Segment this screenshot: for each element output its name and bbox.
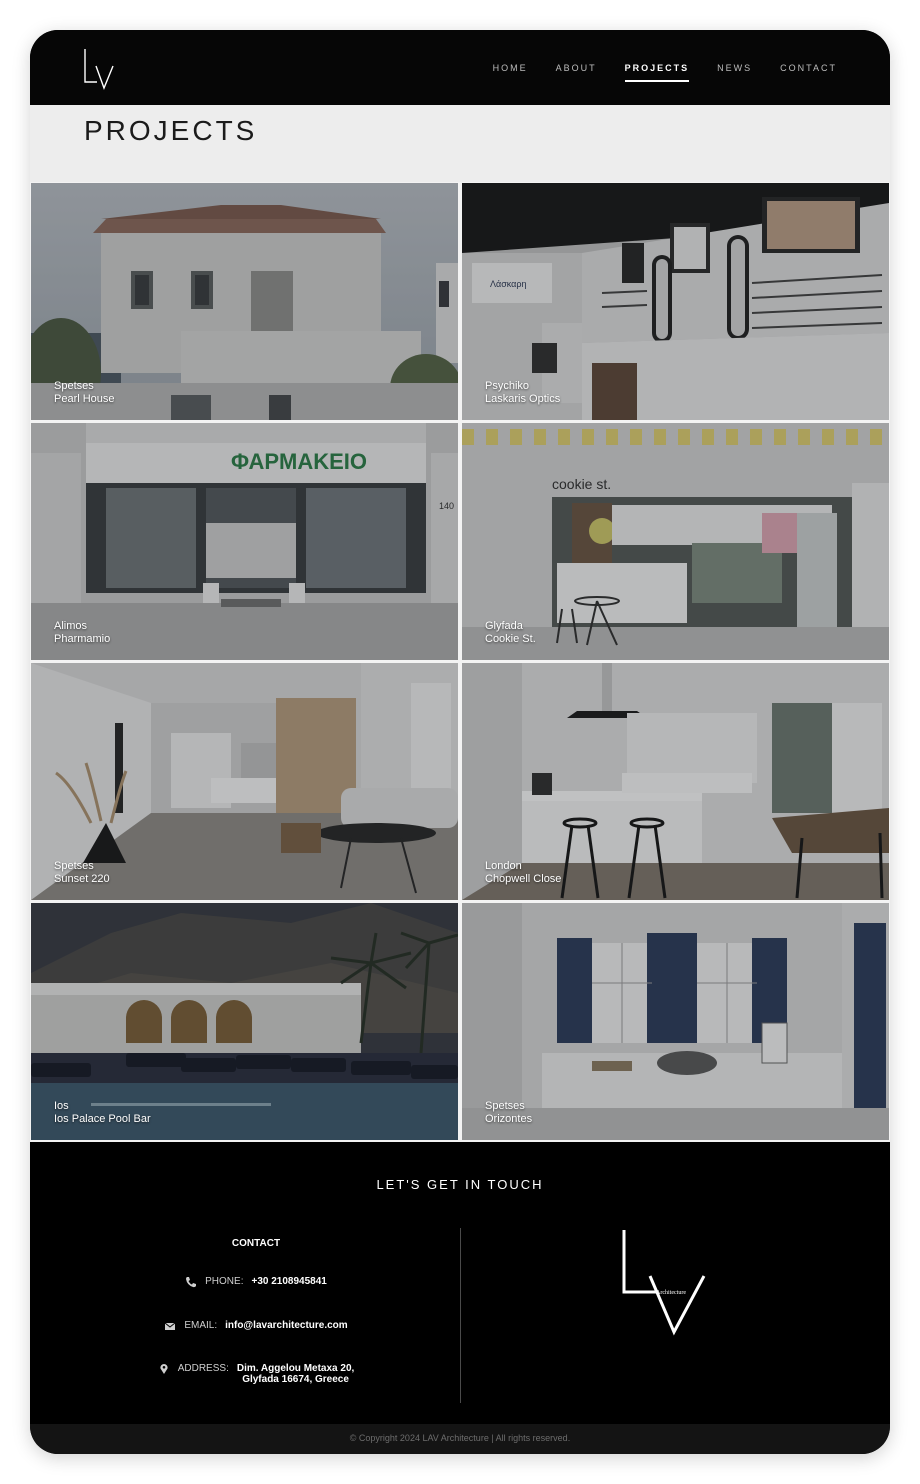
project-caption: Spetses Pearl House — [54, 380, 115, 406]
project-card-laskaris-optics[interactable]: Λάσκαρη Psychiko Laskaris Optics — [462, 183, 889, 420]
nav-about[interactable]: ABOUT — [556, 63, 597, 73]
footer-divider — [460, 1228, 461, 1403]
address-label: ADDRESS: — [177, 1363, 229, 1374]
address-line-1: Dim. Aggelou Metaxa 20, — [236, 1363, 355, 1374]
project-card-orizontes[interactable]: Spetses Orizontes — [462, 903, 889, 1140]
project-card-ios-palace-pool-bar[interactable]: Ios Ios Palace Pool Bar — [31, 903, 458, 1140]
project-caption: Psychiko Laskaris Optics — [485, 380, 560, 406]
phone-icon — [186, 1277, 197, 1288]
footer-lv-logo[interactable]: Architecture — [622, 1228, 712, 1336]
phone-value[interactable]: +30 2108945841 — [251, 1276, 326, 1287]
phone-row: PHONE: +30 2108945841 — [30, 1276, 482, 1288]
project-card-pharmamio[interactable]: ΦΑΡΜΑΚΕΙΟ 140 Alimos Pharmamio — [31, 423, 458, 660]
nav-projects[interactable]: PROJECTS — [624, 63, 690, 82]
project-name: Laskaris Optics — [485, 393, 561, 405]
site-header: HOME ABOUT PROJECTS NEWS CONTACT — [30, 30, 890, 105]
project-name: Chopwell Close — [485, 873, 562, 885]
footer-logo-subtext: Architecture — [656, 1290, 686, 1296]
address-value: Dim. Aggelou Metaxa 20, Glyfada 16674, G… — [237, 1363, 354, 1385]
project-name: Orizontes — [485, 1113, 533, 1125]
email-value[interactable]: info@lavarchitecture.com — [225, 1320, 348, 1331]
nav-home[interactable]: HOME — [493, 63, 528, 73]
email-label: EMAIL: — [184, 1320, 218, 1331]
title-band: PROJECTS — [30, 105, 890, 182]
copyright-text: © Copyright 2024 LAV Architecture | All … — [349, 1433, 571, 1443]
main-nav: HOME ABOUT PROJECTS NEWS CONTACT — [493, 30, 837, 105]
project-caption: Glyfada Cookie St. — [485, 620, 536, 646]
project-location: Psychiko — [485, 380, 530, 392]
project-location: Alimos — [54, 620, 88, 632]
map-pin-icon — [160, 1364, 168, 1374]
project-caption: Spetses Orizontes — [485, 1100, 532, 1126]
phone-label: PHONE: — [205, 1276, 244, 1287]
project-location: Spetses — [54, 860, 94, 872]
page-frame: HOME ABOUT PROJECTS NEWS CONTACT PROJECT… — [30, 30, 890, 1454]
project-location: London — [485, 860, 522, 872]
projects-grid: Spetses Pearl House Λάσκαρη Psychiko Las… — [30, 182, 890, 1142]
project-card-pearl-house[interactable]: Spetses Pearl House — [31, 183, 458, 420]
project-caption: Alimos Pharmamio — [54, 620, 110, 646]
project-caption: Spetses Sunset 220 — [54, 860, 110, 886]
contact-title: CONTACT — [231, 1238, 281, 1249]
nav-contact[interactable]: CONTACT — [780, 63, 837, 73]
nav-news[interactable]: NEWS — [717, 63, 752, 73]
project-caption: Ios Ios Palace Pool Bar — [54, 1100, 151, 1126]
lv-logo[interactable] — [82, 48, 116, 90]
address-row: ADDRESS: Dim. Aggelou Metaxa 20, Glyfada… — [30, 1363, 482, 1385]
project-name: Sunset 220 — [54, 873, 110, 885]
address-line-2: Glyfada 16674, Greece — [242, 1374, 349, 1385]
project-caption: London Chopwell Close — [485, 860, 561, 886]
email-row: EMAIL: info@lavarchitecture.com — [30, 1320, 482, 1332]
copyright-bar: © Copyright 2024 LAV Architecture | All … — [30, 1424, 890, 1454]
project-name: Ios Palace Pool Bar — [54, 1113, 151, 1125]
project-card-chopwell-close[interactable]: London Chopwell Close — [462, 663, 889, 900]
envelope-icon — [165, 1322, 176, 1330]
project-name: Pharmamio — [54, 633, 111, 645]
project-location: Ios — [54, 1100, 69, 1112]
page-title: PROJECTS — [84, 115, 258, 146]
project-name: Cookie St. — [485, 633, 536, 645]
site-footer: LET'S GET IN TOUCH CONTACT PHONE: +30 21… — [30, 1142, 890, 1424]
project-card-sunset-220[interactable]: Spetses Sunset 220 — [31, 663, 458, 900]
project-location: Spetses — [485, 1100, 525, 1112]
project-name: Pearl House — [54, 393, 115, 405]
project-location: Glyfada — [485, 620, 523, 632]
footer-heading: LET'S GET IN TOUCH — [376, 1177, 544, 1192]
project-card-cookie-st[interactable]: cookie st. Glyfada Cookie St. — [462, 423, 889, 660]
project-location: Spetses — [54, 380, 94, 392]
